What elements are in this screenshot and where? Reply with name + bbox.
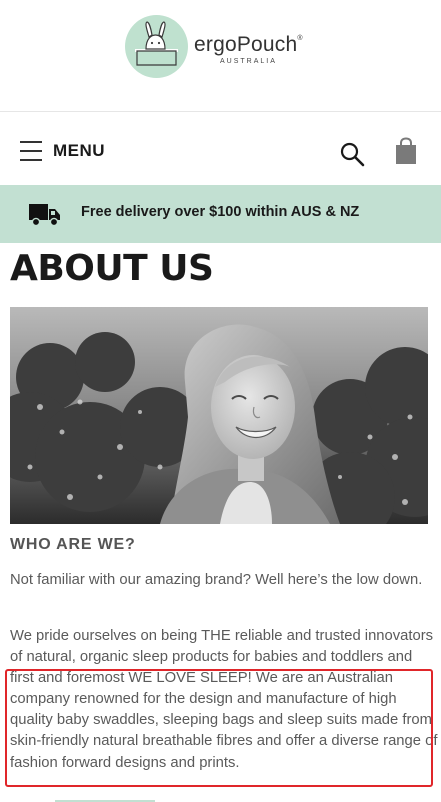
menu-button[interactable]: MENU	[20, 137, 105, 165]
nav-bar: MENU	[0, 113, 441, 185]
brand-name: ergoPouch®	[194, 33, 303, 57]
delivery-message: Free delivery over $100 within AUS & NZ	[81, 204, 360, 220]
section-heading: WHO ARE WE?	[10, 536, 136, 553]
registered-mark: ®	[297, 35, 303, 42]
brand-wordmark: ergoPouch	[194, 33, 298, 56]
highlight-annotation-box	[5, 669, 433, 787]
page-title: ABOUT US	[10, 248, 214, 289]
search-icon[interactable]	[339, 141, 365, 167]
intro-paragraph: Not familiar with our amazing brand? Wel…	[10, 572, 423, 588]
truck-icon	[29, 204, 60, 227]
delivery-banner: Free delivery over $100 within AUS & NZ	[0, 185, 441, 243]
menu-label: MENU	[53, 141, 106, 160]
site-header: ergoPouch® AUSTRALIA	[0, 0, 441, 112]
brand-tagline: AUSTRALIA	[220, 58, 277, 65]
shopping-bag-icon[interactable]	[394, 137, 418, 165]
hamburger-icon	[20, 141, 42, 161]
logo-link[interactable]	[125, 15, 188, 78]
hero-image	[10, 307, 428, 524]
kangaroo-logo-icon	[135, 21, 178, 66]
